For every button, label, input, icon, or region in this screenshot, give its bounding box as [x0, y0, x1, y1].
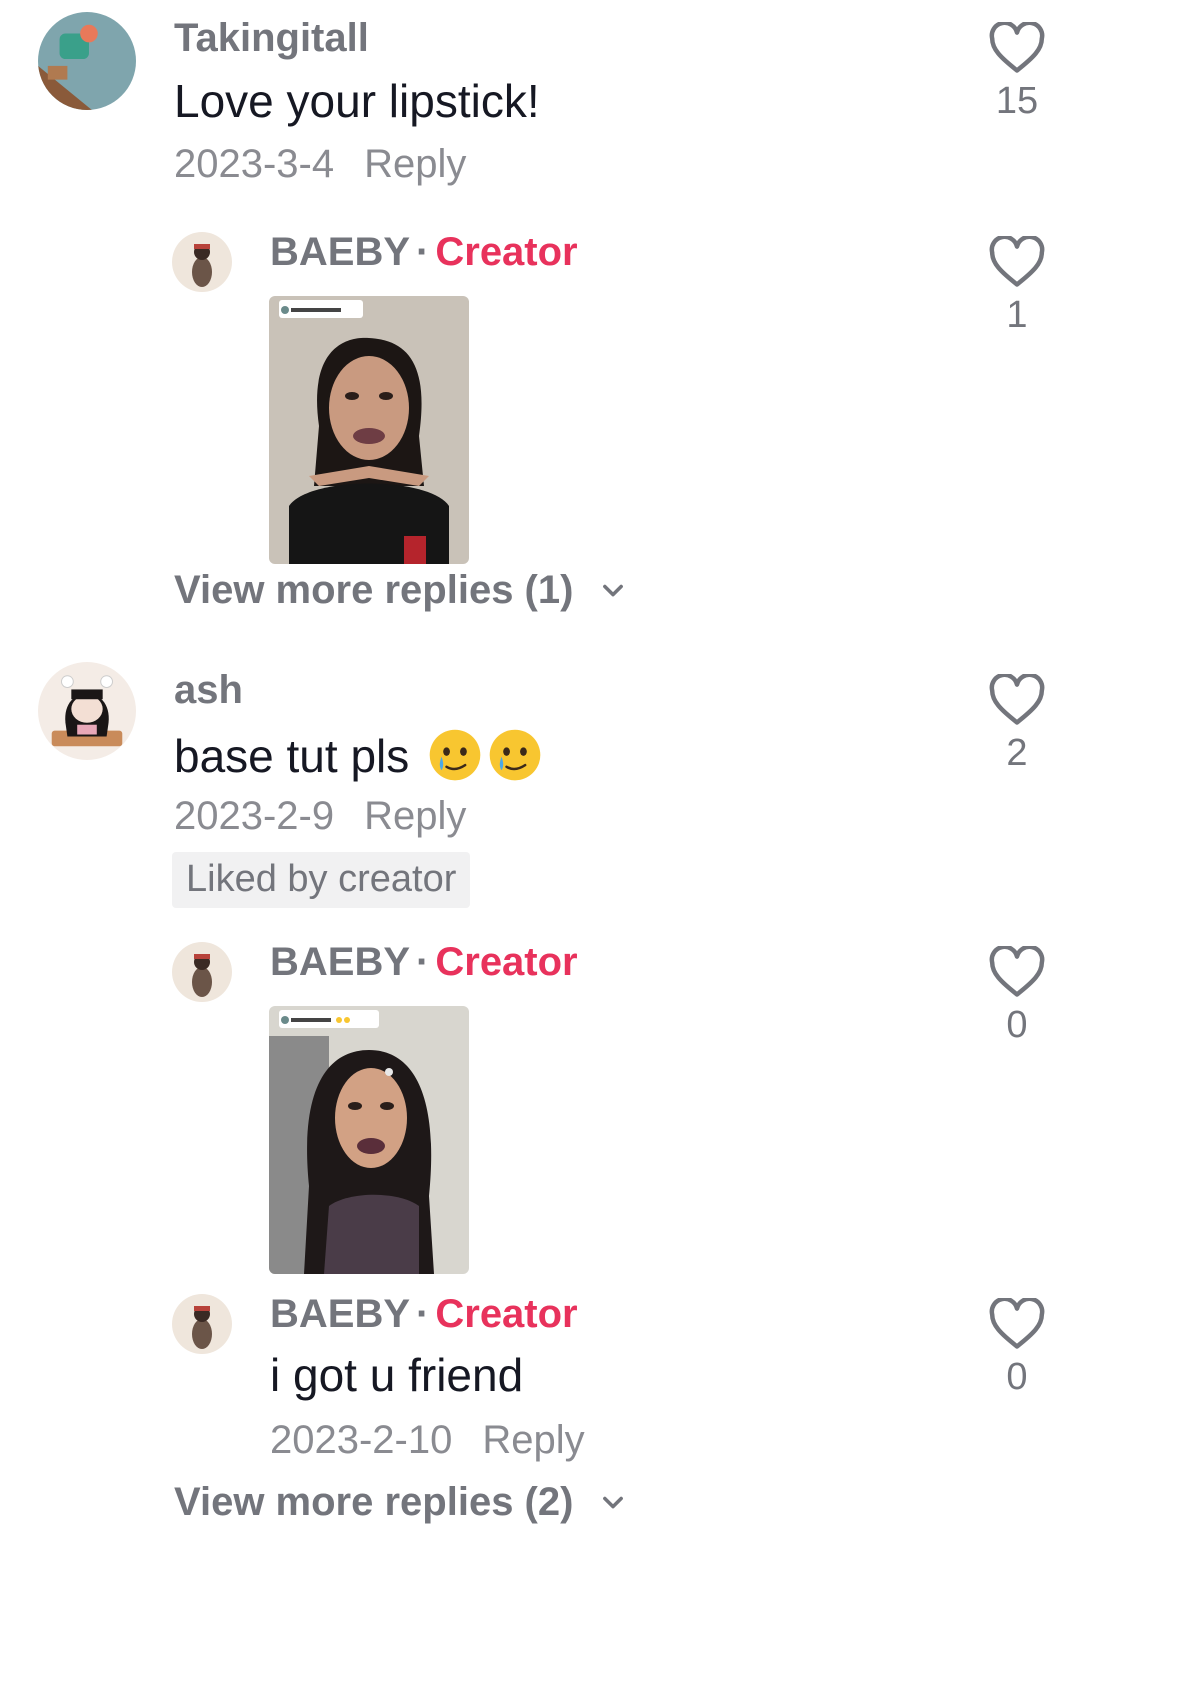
reply-text: i got u friend	[270, 1349, 524, 1401]
comment-meta: 2023-3-4 Reply	[174, 144, 466, 184]
avatar[interactable]	[172, 942, 232, 1002]
reply-username[interactable]: BAEBY	[270, 1292, 410, 1336]
face-holding-back-tears-emoji	[429, 729, 481, 781]
chevron-down-icon	[603, 584, 624, 597]
like-button[interactable]: 1	[972, 236, 1062, 334]
like-count: 2	[1006, 732, 1028, 774]
avatar[interactable]	[172, 232, 232, 292]
video-reply-thumbnail[interactable]	[269, 1006, 469, 1274]
liked-by-creator-badge: Liked by creator	[172, 852, 471, 908]
like-count: 0	[1006, 1356, 1028, 1398]
comment-date: 2023-2-9	[174, 794, 335, 838]
heart-outline-icon[interactable]	[988, 236, 1046, 288]
view-more-replies-label: View more replies (1)	[174, 568, 574, 612]
like-button[interactable]: 2	[972, 674, 1062, 772]
separator: ·	[416, 940, 430, 984]
view-more-replies-button[interactable]: View more replies (1)	[174, 570, 627, 610]
comment-text: base tut pls	[174, 730, 410, 782]
heart-outline-icon[interactable]	[988, 22, 1046, 74]
like-button[interactable]: 15	[972, 22, 1062, 120]
heart-outline-icon[interactable]	[988, 1298, 1046, 1350]
reply-date: 2023-2-10	[270, 1418, 453, 1462]
reply-meta: 2023-2-10 Reply	[270, 1420, 585, 1460]
like-count: 15	[995, 80, 1039, 122]
creator-badge: Creator	[435, 230, 578, 274]
reply-username-line: BAEBY · Creator	[270, 942, 578, 982]
comment-text-line: base tut pls	[174, 728, 542, 782]
separator: ·	[416, 1292, 430, 1336]
creator-badge: Creator	[435, 940, 578, 984]
separator: ·	[416, 230, 430, 274]
chevron-down-icon	[603, 1496, 624, 1509]
comment-text: Love your lipstick!	[174, 75, 540, 127]
reply-username[interactable]: BAEBY	[270, 940, 410, 984]
view-more-replies-button[interactable]: View more replies (2)	[174, 1482, 627, 1522]
comment-meta: 2023-2-9 Reply	[174, 796, 466, 836]
view-more-replies-label: View more replies (2)	[174, 1480, 574, 1524]
reply-button[interactable]: Reply	[364, 794, 466, 838]
reply-username[interactable]: BAEBY	[270, 230, 410, 274]
comment-username[interactable]: Takingitall	[174, 18, 369, 58]
avatar[interactable]	[172, 1294, 232, 1354]
like-button[interactable]: 0	[972, 946, 1062, 1044]
like-count: 0	[1006, 1004, 1028, 1046]
heart-outline-icon[interactable]	[988, 674, 1046, 726]
avatar[interactable]	[38, 12, 136, 110]
avatar[interactable]	[38, 662, 136, 760]
creator-badge: Creator	[435, 1292, 578, 1336]
reply-button[interactable]: Reply	[482, 1418, 584, 1462]
face-holding-back-tears-emoji	[489, 729, 541, 781]
heart-outline-icon[interactable]	[988, 946, 1046, 998]
reply-button[interactable]: Reply	[364, 142, 466, 186]
comment-date: 2023-3-4	[174, 142, 335, 186]
like-count: 1	[1006, 294, 1028, 336]
like-button[interactable]: 0	[972, 1298, 1062, 1396]
video-reply-thumbnail[interactable]	[269, 296, 469, 564]
comment-username[interactable]: ash	[174, 670, 243, 710]
reply-username-line: BAEBY · Creator	[270, 232, 578, 272]
reply-username-line: BAEBY · Creator	[270, 1294, 578, 1334]
